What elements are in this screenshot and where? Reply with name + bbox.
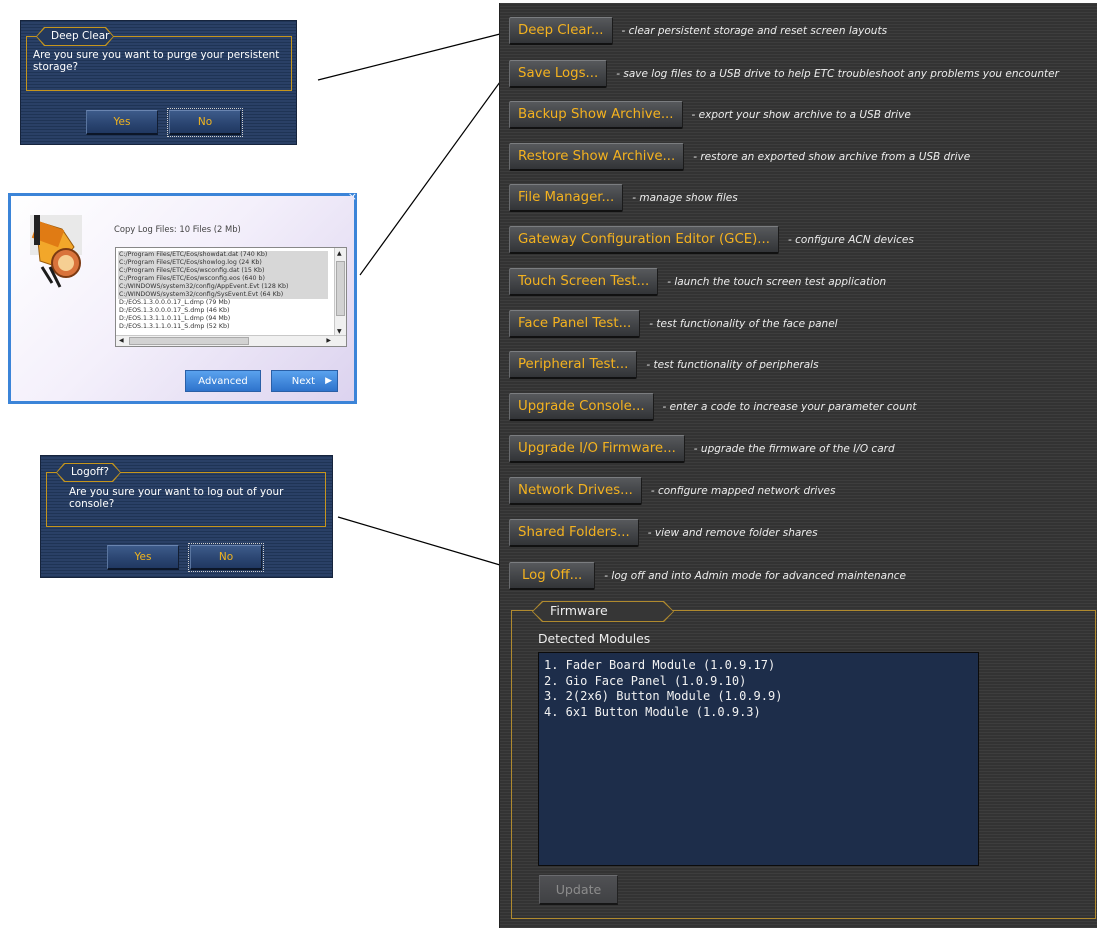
copy-log-files-body: Copy Log Files: 10 Files (2 Mb) C:/Progr…: [11, 196, 354, 401]
log-file-item[interactable]: C:/WINDOWS/system32/config/SysEvent.Evt …: [118, 291, 328, 299]
logoff-message: Are you sure your want to log out of you…: [69, 486, 284, 510]
log-file-item[interactable]: D:/EOS.1.3.1.1.0.11_L.dmp (94 Mb): [118, 315, 328, 323]
network-drives-button[interactable]: Network Drives...: [509, 477, 642, 505]
maintenance-row-face-panel-test: Face Panel Test... - test functionality …: [509, 309, 838, 339]
maintenance-row-file-manager: File Manager... - manage show files: [509, 183, 738, 213]
advanced-button[interactable]: Advanced: [185, 370, 261, 392]
backup-show-archive-description: - export your show archive to a USB driv…: [691, 109, 911, 121]
maintenance-panel: Deep Clear... - clear persistent storage…: [499, 3, 1097, 928]
upgrade-console-description: - enter a code to increase your paramete…: [662, 401, 917, 413]
log-file-item[interactable]: D:/EOS.1.3.1.1.0.11_S.dmp (52 Kb): [118, 323, 328, 331]
scroll-thumb[interactable]: [129, 337, 249, 345]
deep-clear-dialog: Deep Clear Are you sure you want to purg…: [20, 20, 297, 145]
log-file-item[interactable]: D:/EOS.1.3.0.0.0.17_S.dmp (46 Kb): [118, 307, 328, 315]
detected-modules-list[interactable]: 1. Fader Board Module (1.0.9.17) 2. Gio …: [538, 652, 979, 866]
logoff-no-button[interactable]: No: [188, 543, 264, 572]
maintenance-row-upgrade-console: Upgrade Console... - enter a code to inc…: [509, 392, 917, 422]
logoff-yes-button[interactable]: Yes: [107, 545, 179, 570]
logoff-dialog: Logoff? Are you sure your want to log ou…: [40, 455, 333, 578]
file-manager-description: - manage show files: [632, 192, 738, 204]
module-item[interactable]: 4. 6x1 Button Module (1.0.9.3): [544, 705, 973, 721]
network-drives-description: - configure mapped network drives: [650, 485, 836, 497]
callout-line-save-logs: [359, 81, 501, 276]
maintenance-row-shared-folders: Shared Folders... - view and remove fold…: [509, 518, 818, 548]
next-arrow-icon: ▶: [325, 376, 332, 386]
log-off-button[interactable]: Log Off...: [509, 562, 596, 590]
deep-clear-message: Are you sure you want to purge your pers…: [33, 49, 280, 73]
upgrade-io-firmware-description: - upgrade the firmware of the I/O card: [693, 443, 895, 455]
logoff-frame: Logoff? Are you sure your want to log ou…: [46, 472, 326, 527]
spotlight-icon: [30, 215, 82, 288]
restore-show-archive-button[interactable]: Restore Show Archive...: [509, 143, 685, 171]
advanced-button-label: Advanced: [198, 375, 248, 387]
copy-log-files-window: × Copy Log Files: 10 Files (2 Mb) C:/Pro…: [8, 190, 357, 404]
module-item[interactable]: 3. 2(2x6) Button Module (1.0.9.9): [544, 689, 973, 705]
file-manager-button[interactable]: File Manager...: [509, 184, 624, 212]
callout-line-deep-clear: [317, 33, 501, 81]
log-off-description: - log off and into Admin mode for advanc…: [604, 570, 906, 582]
callout-line-log-off: [337, 516, 501, 566]
log-file-item[interactable]: C:/Program Files/ETC/Eos/wsconfig.eos (6…: [118, 275, 328, 283]
save-logs-button[interactable]: Save Logs...: [509, 60, 608, 88]
scroll-right-icon[interactable]: ▶: [326, 337, 331, 344]
shared-folders-description: - view and remove folder shares: [647, 527, 818, 539]
gateway-configuration-editor-description: - configure ACN devices: [788, 234, 914, 246]
module-item[interactable]: 2. Gio Face Panel (1.0.9.10): [544, 674, 973, 690]
firmware-update-title: Firmware Update: [533, 602, 673, 621]
deep-clear-title: Deep Clear: [37, 28, 113, 45]
module-item[interactable]: 1. Fader Board Module (1.0.9.17): [544, 658, 973, 674]
logoff-title: Logoff?: [57, 464, 120, 481]
save-logs-description: - save log files to a USB drive to help …: [616, 68, 1059, 80]
maintenance-row-log-off: Log Off... - log off and into Admin mode…: [509, 561, 906, 591]
maintenance-row-deep-clear: Deep Clear... - clear persistent storage…: [509, 16, 887, 46]
gateway-configuration-editor-button[interactable]: Gateway Configuration Editor (GCE)...: [509, 226, 779, 254]
update-button[interactable]: Update: [539, 875, 618, 905]
log-file-item[interactable]: C:/Program Files/ETC/Eos/showdat.dat (74…: [118, 251, 328, 259]
upgrade-io-firmware-button[interactable]: Upgrade I/O Firmware...: [509, 435, 685, 463]
scroll-down-icon[interactable]: ▼: [337, 328, 342, 335]
maintenance-row-backup-show-archive: Backup Show Archive... - export your sho…: [509, 100, 911, 130]
upgrade-console-button[interactable]: Upgrade Console...: [509, 393, 654, 421]
deep-clear-yes-button[interactable]: Yes: [86, 110, 158, 135]
backup-show-archive-button[interactable]: Backup Show Archive...: [509, 101, 683, 129]
face-panel-test-description: - test functionality of the face panel: [649, 318, 838, 330]
maintenance-row-network-drives: Network Drives... - configure mapped net…: [509, 476, 836, 506]
maintenance-row-touch-screen-test: Touch Screen Test... - launch the touch …: [509, 267, 886, 297]
firmware-update-group: Firmware Update Detected Modules 1. Fade…: [511, 610, 1096, 919]
detected-modules-label: Detected Modules: [538, 631, 651, 646]
log-file-item[interactable]: C:/WINDOWS/system32/config/AppEvent.Evt …: [118, 283, 328, 291]
log-list-vertical-scrollbar[interactable]: ▲ ▼: [334, 248, 346, 336]
log-file-item[interactable]: C:/Program Files/ETC/Eos/showlog.log (24…: [118, 259, 328, 267]
shared-folders-button[interactable]: Shared Folders...: [509, 519, 639, 547]
peripheral-test-button[interactable]: Peripheral Test...: [509, 351, 638, 379]
next-button[interactable]: Next ▶: [271, 370, 338, 392]
deep-clear-button[interactable]: Deep Clear...: [509, 17, 613, 45]
maintenance-row-peripheral-test: Peripheral Test... - test functionality …: [509, 350, 819, 380]
deep-clear-no-button[interactable]: No: [167, 108, 243, 137]
restore-show-archive-description: - restore an exported show archive from …: [693, 151, 971, 163]
scroll-thumb[interactable]: [336, 261, 345, 316]
peripheral-test-description: - test functionality of peripherals: [646, 359, 819, 371]
maintenance-row-upgrade-io-firmware: Upgrade I/O Firmware... - upgrade the fi…: [509, 434, 895, 464]
next-button-label: Next: [291, 375, 316, 387]
deep-clear-description: - clear persistent storage and reset scr…: [621, 25, 888, 37]
scroll-up-icon[interactable]: ▲: [337, 250, 342, 257]
touch-screen-test-button[interactable]: Touch Screen Test...: [509, 268, 659, 296]
log-file-list[interactable]: C:/Program Files/ETC/Eos/showdat.dat (74…: [115, 247, 347, 347]
log-file-item[interactable]: C:/Program Files/ETC/Eos/wsconfig.dat (1…: [118, 267, 328, 275]
copy-log-files-heading: Copy Log Files: 10 Files (2 Mb): [114, 224, 241, 234]
log-file-item[interactable]: D:/EOS.1.3.0.0.0.17_L.dmp (79 Mb): [118, 299, 328, 307]
maintenance-row-restore-show-archive: Restore Show Archive... - restore an exp…: [509, 142, 970, 172]
touch-screen-test-description: - launch the touch screen test applicati…: [667, 276, 887, 288]
log-list-horizontal-scrollbar[interactable]: ◀ ▶: [116, 335, 346, 346]
scroll-left-icon[interactable]: ◀: [119, 337, 124, 344]
deep-clear-frame: Deep Clear Are you sure you want to purg…: [26, 36, 292, 91]
maintenance-row-gce: Gateway Configuration Editor (GCE)... - …: [509, 225, 914, 255]
maintenance-row-save-logs: Save Logs... - save log files to a USB d…: [509, 59, 1059, 89]
face-panel-test-button[interactable]: Face Panel Test...: [509, 310, 641, 338]
